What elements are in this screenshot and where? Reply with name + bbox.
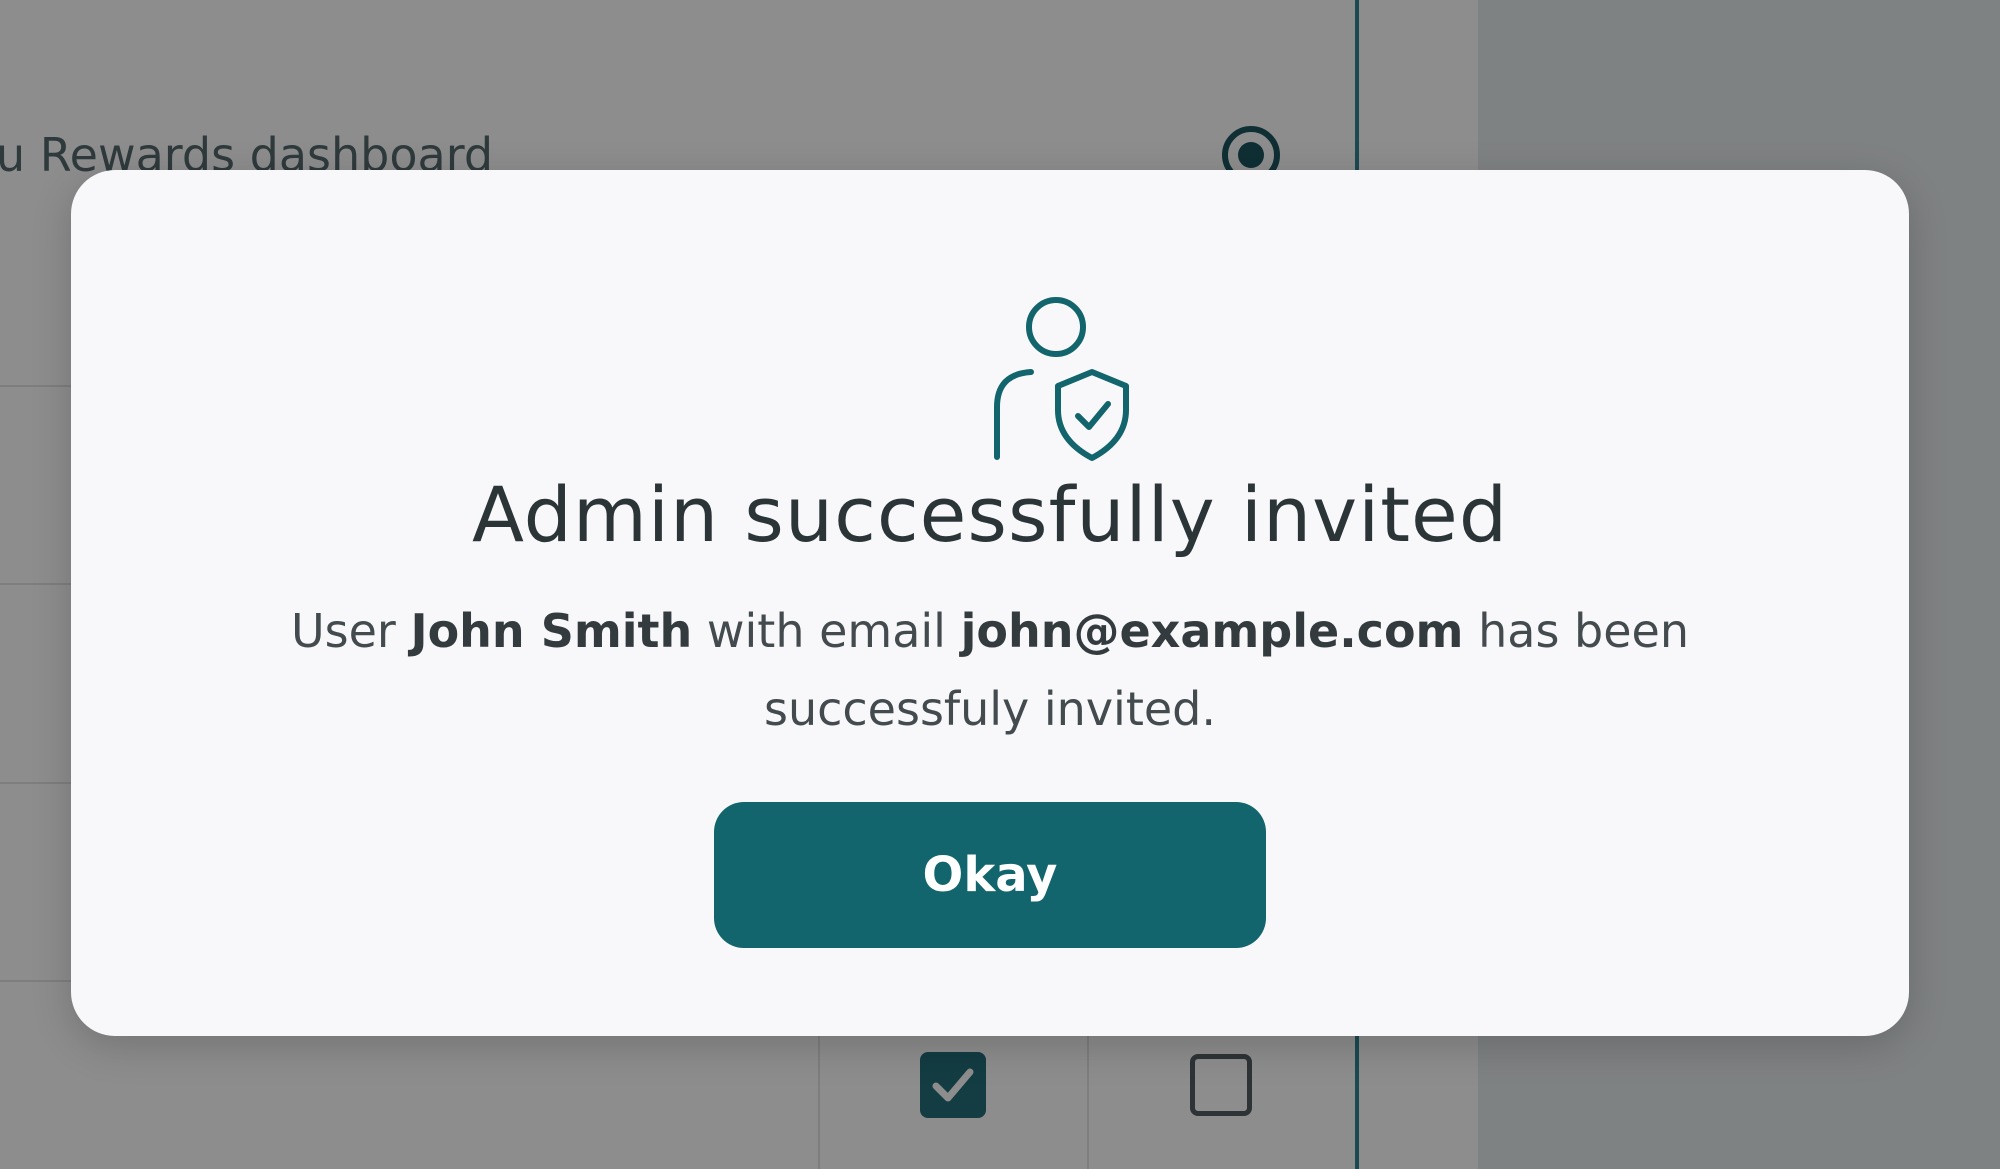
user-shield-icon	[994, 297, 1129, 461]
okay-button[interactable]: Okay	[714, 802, 1266, 948]
dialog-title: Admin successfully invited	[471, 470, 1509, 559]
background-checkbox-checked	[920, 1052, 986, 1118]
check-icon	[932, 1068, 974, 1102]
success-dialog: Admin successfully invited User John Smi…	[71, 170, 1909, 1036]
message-prefix: User	[290, 604, 411, 658]
invited-user-name: John Smith	[410, 604, 693, 658]
background-checkbox-unchecked	[1190, 1054, 1252, 1116]
message-middle: with email	[692, 604, 961, 658]
screen: u Rewards dashboard Admin successfully i…	[0, 0, 2000, 1169]
dialog-message: User John Smith with email john@example.…	[231, 592, 1749, 748]
invited-user-email: john@example.com	[960, 604, 1464, 658]
